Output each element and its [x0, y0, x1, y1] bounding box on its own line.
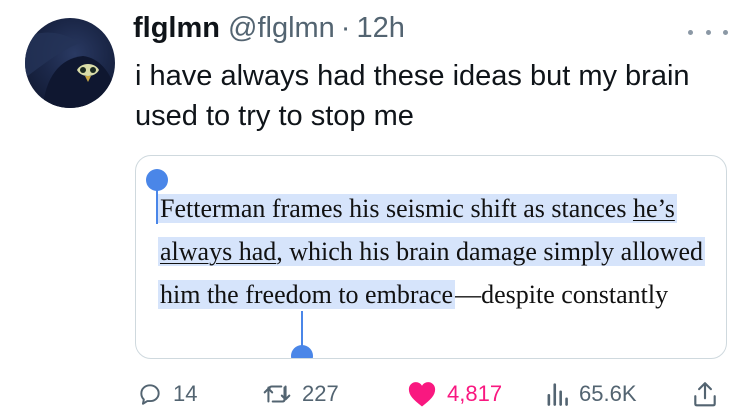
- like-count: 4,817: [447, 381, 503, 406]
- selection-start-handle[interactable]: [146, 169, 168, 191]
- reply-icon: [140, 384, 160, 405]
- quote-part-1: Fetterman frames his seismic shift as st…: [160, 194, 633, 223]
- views-button[interactable]: 65.6K: [545, 377, 637, 411]
- tweet-text: i have always had these ideas but my bra…: [135, 60, 690, 132]
- author-name[interactable]: flglmn: [133, 12, 220, 45]
- reply-button[interactable]: 14: [137, 377, 197, 411]
- selection-end-handle[interactable]: [291, 345, 313, 358]
- retweet-icon: [263, 385, 291, 403]
- like-button[interactable]: 4,817: [407, 377, 502, 411]
- tweet-time[interactable]: 12h: [356, 12, 404, 45]
- avatar-image: [25, 32, 115, 108]
- more-icon[interactable]: [688, 20, 728, 44]
- quote-part-3: —despite constantly: [455, 280, 669, 309]
- author-handle[interactable]: @flglmn: [228, 12, 335, 45]
- quoted-image[interactable]: Fetterman frames his seismic shift as st…: [135, 155, 727, 359]
- quoted-text: Fetterman frames his seismic shift as st…: [158, 187, 718, 316]
- avatar[interactable]: [25, 18, 115, 108]
- retweet-button[interactable]: 227: [262, 377, 339, 411]
- share-button[interactable]: [692, 377, 718, 411]
- selection-end-line: [301, 311, 303, 349]
- separator-dot: ·: [340, 12, 351, 44]
- reply-count: 14: [173, 381, 198, 406]
- views-icon: [547, 383, 568, 406]
- tweet-header: flglmn @flglmn · 12h: [133, 12, 405, 52]
- view-count: 65.6K: [579, 381, 637, 406]
- share-icon: [694, 382, 716, 407]
- retweet-count: 227: [302, 381, 339, 406]
- like-heart-icon: [408, 382, 436, 407]
- selection-start-line: [156, 186, 158, 224]
